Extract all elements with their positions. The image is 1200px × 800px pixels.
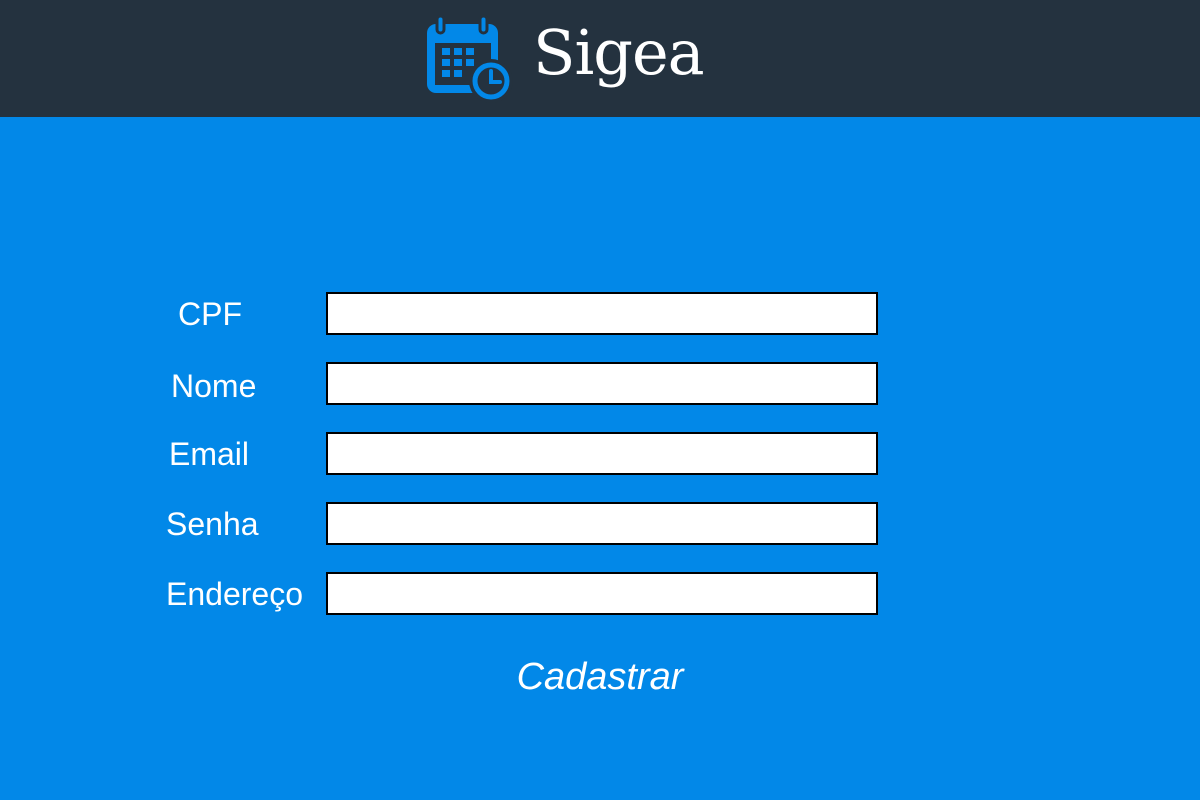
- registration-page: Sigea CPF Nome Email Senha Endereço Cada…: [0, 0, 1200, 800]
- email-field[interactable]: [326, 432, 878, 475]
- form-row-nome: Nome: [0, 362, 1200, 408]
- form-row-senha: Senha: [0, 502, 1200, 546]
- cadastrar-button[interactable]: Cadastrar: [470, 650, 730, 704]
- password-field[interactable]: [326, 502, 878, 545]
- form-row-endereco: Endereço: [0, 572, 1200, 616]
- address-field[interactable]: [326, 572, 878, 615]
- calendar-clock-icon: [427, 14, 513, 103]
- form-row-cpf: CPF: [0, 292, 1200, 336]
- email-label: Email: [169, 436, 250, 472]
- senha-label: Senha: [166, 506, 259, 542]
- cpf-label: CPF: [178, 296, 242, 332]
- endereco-label: Endereço: [166, 576, 303, 612]
- form-row-email: Email: [0, 432, 1200, 476]
- nome-label: Nome: [171, 368, 257, 404]
- cpf-field[interactable]: [326, 292, 878, 335]
- header-bar: Sigea: [0, 0, 1200, 117]
- app-title: Sigea: [533, 16, 705, 89]
- nome-field[interactable]: [326, 362, 878, 405]
